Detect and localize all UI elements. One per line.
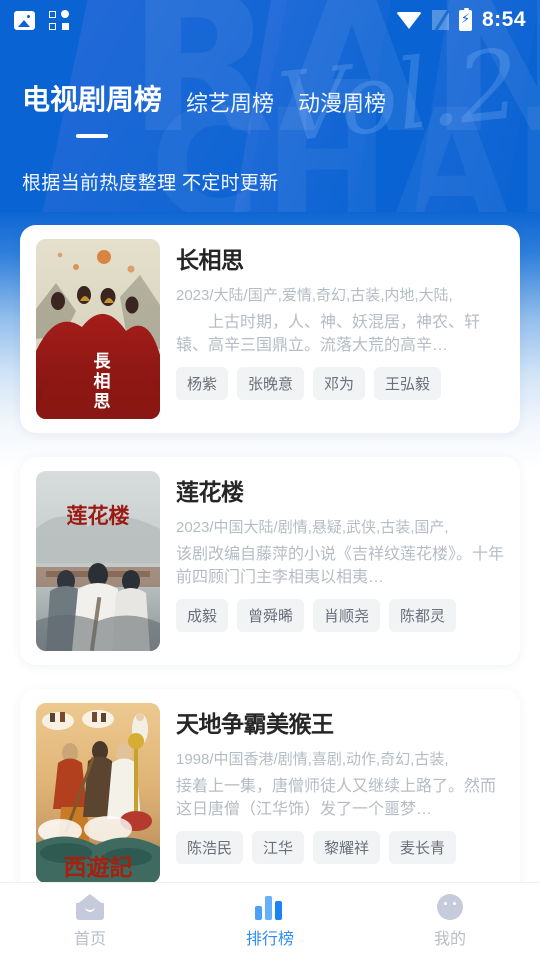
page-header: 电视剧周榜 综艺周榜 动漫周榜 根据当前热度整理 不定时更新 <box>0 78 540 195</box>
tab-variety-weekly[interactable]: 综艺周榜 <box>186 86 274 122</box>
cast-tag[interactable]: 陈都灵 <box>389 599 457 632</box>
cast-tag[interactable]: 王弘毅 <box>374 367 442 400</box>
tab-tv-drama-weekly[interactable]: 电视剧周榜 <box>22 78 163 138</box>
cast-tag[interactable]: 黎耀祥 <box>313 831 381 864</box>
svg-text:西遊記: 西遊記 <box>64 854 133 881</box>
status-bar-left <box>14 9 69 30</box>
svg-text:長: 長 <box>94 352 112 372</box>
cast-tag[interactable]: 肖顺尧 <box>313 599 381 632</box>
cast-tag[interactable]: 杨紫 <box>176 367 229 400</box>
item-description: 接着上一集，唐僧师徒人又继续上路了。然而这日唐僧（江华饰）发了一个噩梦… <box>176 778 497 818</box>
status-bar-right: 8:54 <box>395 7 526 32</box>
cast-tag[interactable]: 张晚意 <box>237 367 305 400</box>
item-cast-tags: 陈浩民 江华 黎耀祥 麦长青 <box>176 831 504 864</box>
cast-tag[interactable]: 江华 <box>252 831 305 864</box>
item-info: 莲花楼 2023/中国大陆/剧情,悬疑,武侠,古装,国产, 该剧改编自藤萍的小说… <box>176 471 504 651</box>
header-subtitle: 根据当前热度整理 不定时更新 <box>22 173 279 194</box>
poster-image: 長 相 思 <box>36 239 160 419</box>
nav-label: 排行榜 <box>245 931 294 948</box>
item-title: 天地争霸美猴王 <box>176 711 334 737</box>
item-meta: 1998/中国香港/剧情,喜剧,动作,奇幻,古装, <box>176 751 449 768</box>
tab-label: 电视剧周榜 <box>22 84 163 115</box>
svg-text:思: 思 <box>94 392 111 412</box>
nav-label: 首页 <box>73 931 106 948</box>
battery-charging-icon <box>458 7 472 31</box>
face-icon <box>437 894 463 920</box>
bottom-navigation: 首页 排行榜 我的 <box>0 882 540 960</box>
wifi-icon <box>395 11 422 29</box>
svg-text:莲花楼: 莲花楼 <box>67 503 130 528</box>
nav-item-ranking[interactable]: 排行榜 <box>180 883 360 960</box>
chart-icon <box>255 894 285 920</box>
item-title: 长相思 <box>176 247 244 273</box>
tab-active-indicator <box>76 134 108 138</box>
home-icon <box>76 894 104 920</box>
item-description: 该剧改编自藤萍的小说《吉祥纹莲花楼》。十年前四顾门门主李相夷以相夷… <box>176 546 504 586</box>
status-bar-clock: 8:54 <box>481 8 526 31</box>
ranking-tabs: 电视剧周榜 综艺周榜 动漫周榜 <box>22 78 518 138</box>
list-item[interactable]: 西遊記 天地争霸美猴王 1998/中国香港/剧情,喜剧,动作,奇幻,古装, 接着… <box>20 689 520 890</box>
item-cast-tags: 杨紫 张晚意 邓为 王弘毅 <box>176 367 504 400</box>
item-cast-tags: 成毅 曾舜晞 肖顺尧 陈都灵 <box>176 599 504 632</box>
item-description: 上古时期，人、神、妖混居，神农、轩辕、高辛三国鼎立。流落大荒的高辛… <box>176 314 481 354</box>
ranking-list[interactable]: 長 相 思 长相思 2023/大陆/国产,爱情,奇幻,古装,内地,大陆, 上古时… <box>0 225 540 890</box>
cast-tag[interactable]: 成毅 <box>176 599 229 632</box>
cast-tag[interactable]: 曾舜晞 <box>237 599 305 632</box>
list-item[interactable]: 長 相 思 长相思 2023/大陆/国产,爱情,奇幻,古装,内地,大陆, 上古时… <box>20 225 520 433</box>
item-title: 莲花楼 <box>176 479 244 505</box>
item-meta: 2023/大陆/国产,爱情,奇幻,古装,内地,大陆, <box>176 287 453 304</box>
nav-item-home[interactable]: 首页 <box>0 883 180 960</box>
tab-anime-weekly[interactable]: 动漫周榜 <box>298 86 386 122</box>
list-item[interactable]: 莲花楼 莲花楼 2023/中国大陆/剧情,悬疑,武侠,古装,国产, 该剧改编自藤… <box>20 457 520 665</box>
cast-tag[interactable]: 陈浩民 <box>176 831 244 864</box>
no-sim-icon <box>431 10 449 30</box>
poster-image: 莲花楼 <box>36 471 160 651</box>
cast-tag[interactable]: 麦长青 <box>389 831 457 864</box>
svg-text:相: 相 <box>94 371 111 392</box>
poster-image: 西遊記 <box>36 703 160 883</box>
apps-grid-icon <box>49 9 69 30</box>
app-root: RANK CHART Vol.2 8:54 电视剧周榜 综艺周榜 动漫周榜 <box>0 0 540 960</box>
nav-label: 我的 <box>433 931 466 948</box>
gallery-icon <box>14 10 35 30</box>
status-bar: 8:54 <box>0 0 540 40</box>
nav-item-mine[interactable]: 我的 <box>360 883 540 960</box>
item-meta: 2023/中国大陆/剧情,悬疑,武侠,古装,国产, <box>176 519 449 536</box>
item-info: 天地争霸美猴王 1998/中国香港/剧情,喜剧,动作,奇幻,古装, 接着上一集，… <box>176 703 504 883</box>
item-info: 长相思 2023/大陆/国产,爱情,奇幻,古装,内地,大陆, 上古时期，人、神、… <box>176 239 504 419</box>
cast-tag[interactable]: 邓为 <box>313 367 366 400</box>
